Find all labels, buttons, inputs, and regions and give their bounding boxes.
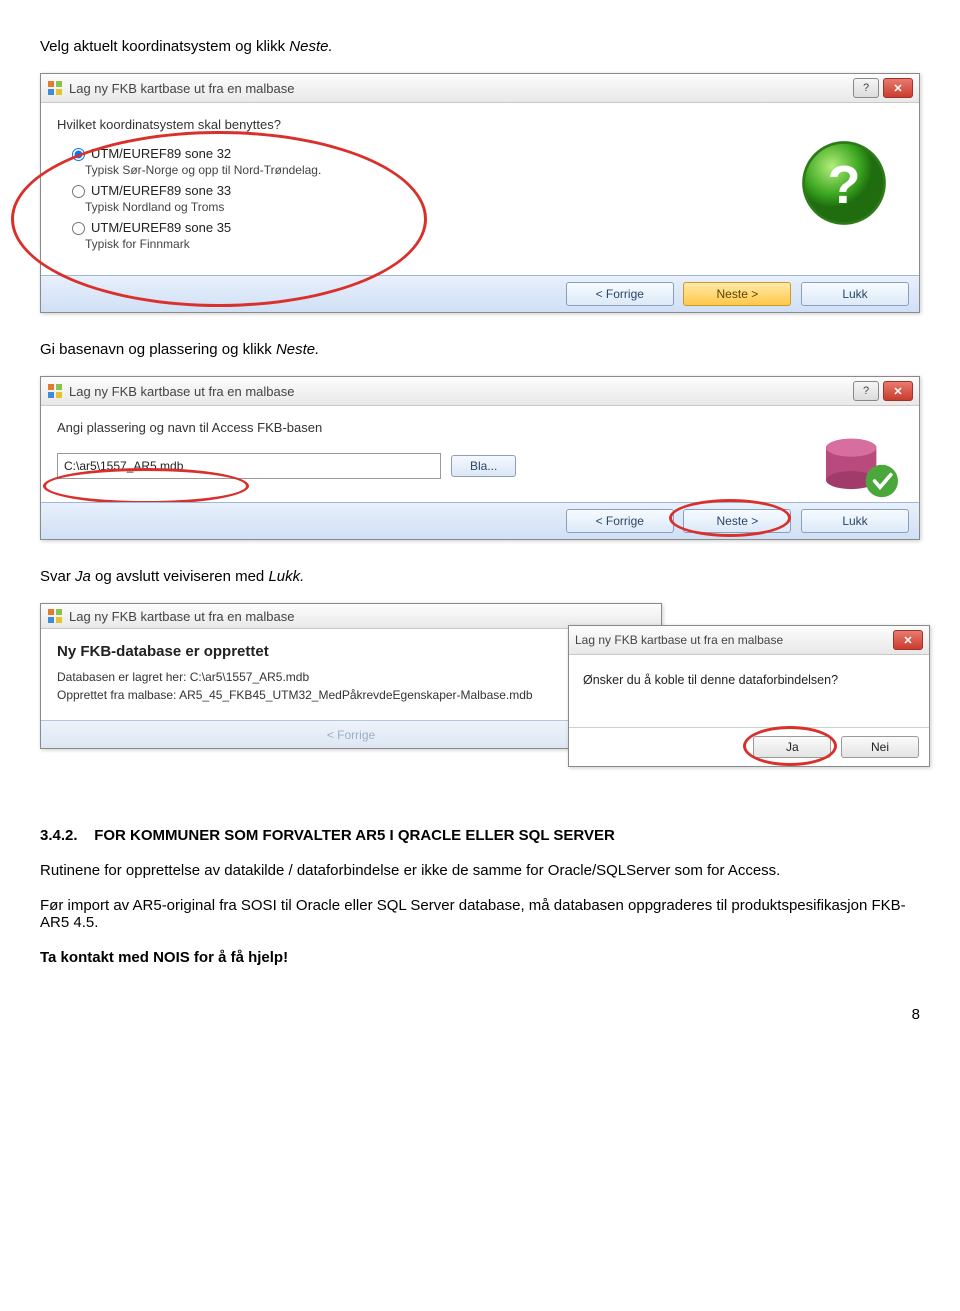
- instruction-3-a: Svar: [40, 568, 75, 585]
- prev-button-disabled: < Forrige: [327, 728, 375, 742]
- radio-option-2[interactable]: UTM/EUREF89 sone 33: [67, 183, 903, 198]
- instruction-3-b: Ja: [75, 568, 91, 585]
- section-heading: 3.4.2. FOR KOMMUNER SOM FORVALTER AR5 I …: [40, 827, 920, 844]
- paragraph-3: Ta kontakt med NOIS for å få hjelp!: [40, 949, 920, 966]
- path-row: Bla...: [57, 453, 903, 479]
- close-button[interactable]: Lukk: [801, 509, 909, 533]
- instruction-2-emph: Neste.: [276, 341, 319, 358]
- dialog-connect-confirm: Lag ny FKB kartbase ut fra en malbase ✕ …: [568, 625, 930, 767]
- radio-3-input[interactable]: [72, 222, 85, 235]
- radio-1-label: UTM/EUREF89 sone 32: [91, 146, 231, 161]
- radio-option-1[interactable]: UTM/EUREF89 sone 32: [67, 146, 903, 161]
- created-heading: Ny FKB-database er opprettet: [57, 643, 645, 660]
- section-number: 3.4.2.: [40, 827, 78, 844]
- prev-button[interactable]: < Forrige: [566, 509, 674, 533]
- app-icon: [47, 608, 63, 624]
- dialog-path: Lag ny FKB kartbase ut fra en malbase ? …: [40, 376, 920, 540]
- created-line-2: Opprettet fra malbase: AR5_45_FKB45_UTM3…: [57, 688, 645, 702]
- instruction-3-c: og avslutt veiviseren med: [91, 568, 269, 585]
- radio-1-input[interactable]: [72, 148, 85, 161]
- instruction-1-text: Velg aktuelt koordinatsystem og klikk: [40, 38, 289, 55]
- database-icon: [817, 430, 907, 505]
- dialog-body: Angi plassering og navn til Access FKB-b…: [41, 406, 919, 502]
- dialog-title: Lag ny FKB kartbase ut fra en malbase: [575, 633, 893, 647]
- radio-3-label: UTM/EUREF89 sone 35: [91, 220, 231, 235]
- close-icon[interactable]: ✕: [883, 381, 913, 401]
- instruction-2: Gi basenavn og plassering og klikk Neste…: [40, 341, 920, 358]
- instruction-1-emph: Neste.: [289, 38, 332, 55]
- radio-2-label: UTM/EUREF89 sone 33: [91, 183, 231, 198]
- titlebar: Lag ny FKB kartbase ut fra en malbase ? …: [41, 377, 919, 406]
- browse-button[interactable]: Bla...: [451, 455, 516, 477]
- wizard-footer: < Forrige Neste > Lukk: [41, 502, 919, 539]
- dialog-title: Lag ny FKB kartbase ut fra en malbase: [69, 81, 853, 96]
- confirm-prompt: Ønsker du å koble til denne dataforbinde…: [583, 673, 915, 687]
- radio-2-sub: Typisk Nordland og Troms: [85, 200, 903, 214]
- app-icon: [47, 383, 63, 399]
- radio-1-sub: Typisk Sør-Norge og opp til Nord-Trøndel…: [85, 163, 903, 177]
- paragraph-2: Før import av AR5-original fra SOSI til …: [40, 897, 920, 931]
- instruction-2-text: Gi basenavn og plassering og klikk: [40, 341, 276, 358]
- titlebar: Lag ny FKB kartbase ut fra en malbase ? …: [41, 74, 919, 103]
- question-mark-icon: ?: [799, 138, 889, 228]
- radio-2-input[interactable]: [72, 185, 85, 198]
- created-line-1: Databasen er lagret her: C:\ar5\1557_AR5…: [57, 670, 645, 684]
- radio-option-3[interactable]: UTM/EUREF89 sone 35: [67, 220, 903, 235]
- section-title: FOR KOMMUNER SOM FORVALTER AR5 I QRACLE …: [94, 827, 615, 844]
- next-button[interactable]: Neste >: [683, 282, 791, 306]
- dialog-body: Hvilket koordinatsystem skal benyttes? U…: [41, 103, 919, 275]
- dialog-group: Lag ny FKB kartbase ut fra en malbase Ny…: [40, 603, 920, 793]
- help-button[interactable]: ?: [853, 381, 879, 401]
- instruction-3: Svar Ja og avslutt veiviseren med Lukk.: [40, 568, 920, 585]
- dialog-title: Lag ny FKB kartbase ut fra en malbase: [69, 384, 853, 399]
- path-input[interactable]: [57, 453, 441, 479]
- app-icon: [47, 80, 63, 96]
- dialog-coordinate-system: Lag ny FKB kartbase ut fra en malbase ? …: [40, 73, 920, 313]
- titlebar: Lag ny FKB kartbase ut fra en malbase ✕: [569, 626, 929, 655]
- wizard-footer: < Forrige Neste > Lukk: [41, 275, 919, 312]
- help-button[interactable]: ?: [853, 78, 879, 98]
- radio-3-sub: Typisk for Finnmark: [85, 237, 903, 251]
- paragraph-1: Rutinene for opprettelse av datakilde / …: [40, 862, 920, 879]
- dialog-title: Lag ny FKB kartbase ut fra en malbase: [69, 609, 655, 624]
- prev-button[interactable]: < Forrige: [566, 282, 674, 306]
- close-button[interactable]: Lukk: [801, 282, 909, 306]
- no-button[interactable]: Nei: [841, 736, 919, 758]
- confirm-footer: Ja Nei: [569, 727, 929, 766]
- prompt-text: Hvilket koordinatsystem skal benyttes?: [57, 117, 903, 132]
- close-icon[interactable]: ✕: [883, 78, 913, 98]
- yes-button[interactable]: Ja: [753, 736, 831, 758]
- close-icon[interactable]: ✕: [893, 630, 923, 650]
- next-button[interactable]: Neste >: [683, 509, 791, 533]
- instruction-3-d: Lukk.: [268, 568, 304, 585]
- svg-text:?: ?: [828, 155, 861, 215]
- instruction-1: Velg aktuelt koordinatsystem og klikk Ne…: [40, 38, 920, 55]
- page-number: 8: [40, 1006, 920, 1023]
- dialog-body: Ønsker du å koble til denne dataforbinde…: [569, 655, 929, 727]
- prompt-text: Angi plassering og navn til Access FKB-b…: [57, 420, 903, 435]
